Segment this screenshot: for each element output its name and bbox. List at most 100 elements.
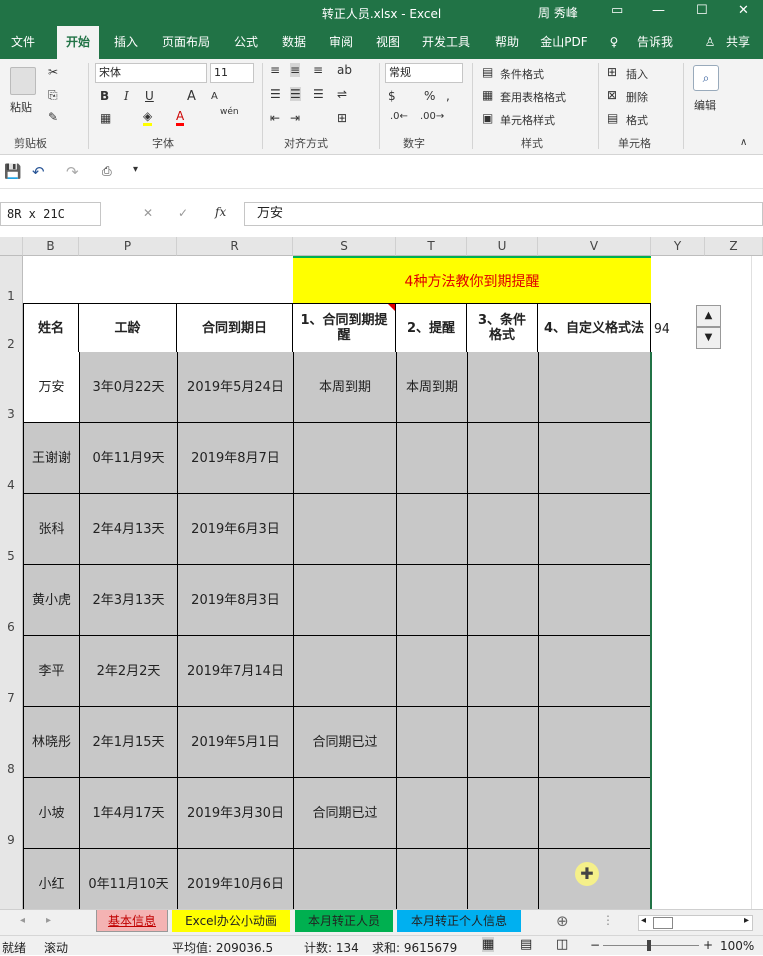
paste-icon[interactable] bbox=[10, 67, 36, 95]
border-icon[interactable]: ▦ bbox=[100, 111, 111, 125]
header-method-1[interactable]: 1、合同到期提醒 bbox=[293, 304, 396, 353]
page-break-view-icon[interactable]: ◫ bbox=[556, 937, 568, 952]
row-header[interactable]: 5 bbox=[0, 494, 23, 565]
insert-function-icon[interactable]: fx bbox=[215, 205, 226, 219]
table-cell[interactable]: 0年11月9天 bbox=[80, 423, 178, 494]
format-cells-icon[interactable]: ▤ bbox=[607, 111, 618, 125]
increase-indent-icon[interactable]: ⇥ bbox=[290, 111, 300, 125]
table-cell[interactable]: 万安 bbox=[24, 352, 80, 423]
tab-home[interactable]: 开始 bbox=[57, 26, 99, 59]
table-cell[interactable]: 2019年8月7日 bbox=[178, 423, 294, 494]
add-sheet-icon[interactable]: ⊕ bbox=[556, 912, 569, 930]
table-cell[interactable] bbox=[539, 565, 650, 636]
table-cell[interactable]: 2019年5月24日 bbox=[178, 352, 294, 423]
table-cell[interactable] bbox=[539, 778, 650, 849]
enter-icon[interactable]: ✓ bbox=[178, 206, 188, 220]
table-cell[interactable] bbox=[468, 707, 539, 778]
column-header[interactable]: B bbox=[23, 237, 79, 256]
font-size-select[interactable]: 11 bbox=[210, 63, 254, 83]
tab-file[interactable]: 文件 bbox=[2, 26, 44, 59]
name-box[interactable]: 8R x 21C bbox=[0, 202, 101, 226]
zoom-slider-thumb[interactable] bbox=[647, 940, 651, 951]
row-header[interactable]: 9 bbox=[0, 778, 23, 849]
table-cell[interactable]: 2019年8月3日 bbox=[178, 565, 294, 636]
table-cell[interactable] bbox=[397, 636, 468, 707]
table-cell[interactable] bbox=[294, 423, 397, 494]
column-header[interactable]: Y bbox=[651, 237, 705, 256]
zoom-slider[interactable] bbox=[603, 945, 699, 946]
shrink-font-button[interactable]: A bbox=[211, 91, 218, 102]
share-button[interactable]: 共享 bbox=[718, 26, 758, 59]
merge-center-icon[interactable]: ⊞ bbox=[337, 111, 347, 125]
tab-developer[interactable]: 开发工具 bbox=[416, 26, 476, 59]
header-name[interactable]: 姓名 bbox=[23, 304, 79, 353]
column-header[interactable]: Z bbox=[705, 237, 763, 256]
minimize-icon[interactable]: — bbox=[652, 3, 665, 18]
table-cell[interactable]: 合同期已过 bbox=[294, 778, 397, 849]
orientation-icon[interactable]: ab bbox=[337, 63, 352, 77]
number-format-select[interactable]: 常规 bbox=[385, 63, 463, 83]
grow-font-button[interactable]: A bbox=[187, 89, 196, 104]
table-cell[interactable]: 2019年10月6日 bbox=[178, 849, 294, 909]
maximize-icon[interactable]: ☐ bbox=[696, 3, 708, 18]
sheet-tab-excel-animation[interactable]: Excel办公小动画 bbox=[172, 910, 290, 932]
scrollbar-thumb[interactable] bbox=[653, 917, 673, 929]
normal-view-icon[interactable]: ▦ bbox=[482, 937, 495, 952]
table-cell[interactable] bbox=[294, 636, 397, 707]
row-header[interactable]: 7 bbox=[0, 636, 23, 707]
banner-cell[interactable]: 4种方法教你到期提醒 bbox=[293, 256, 651, 303]
cancel-icon[interactable]: ✕ bbox=[143, 206, 153, 220]
table-cell[interactable]: 2年1月15天 bbox=[80, 707, 178, 778]
table-cell[interactable] bbox=[468, 565, 539, 636]
table-cell[interactable] bbox=[539, 423, 650, 494]
table-cell[interactable] bbox=[539, 352, 650, 423]
italic-button[interactable]: I bbox=[124, 89, 129, 103]
cell-style-icon[interactable]: ▣ bbox=[482, 111, 493, 125]
table-cell[interactable]: 2年3月13天 bbox=[80, 565, 178, 636]
editing-button[interactable]: 编辑 bbox=[694, 97, 716, 113]
copy-icon[interactable]: ⎘ bbox=[48, 88, 58, 103]
row-header[interactable]: 1 bbox=[0, 256, 23, 304]
table-cell[interactable] bbox=[539, 707, 650, 778]
save-icon[interactable]: 💾 bbox=[4, 164, 21, 180]
align-right-icon[interactable]: ☰ bbox=[313, 87, 324, 101]
table-cell[interactable] bbox=[539, 494, 650, 565]
insert-cells-icon[interactable]: ⊞ bbox=[607, 65, 617, 79]
phonetic-button[interactable]: wén bbox=[220, 107, 239, 117]
table-cell[interactable] bbox=[468, 423, 539, 494]
spin-up-button[interactable]: ▲ bbox=[696, 305, 721, 327]
comma-button[interactable]: , bbox=[446, 89, 450, 103]
column-header[interactable]: R bbox=[177, 237, 293, 256]
table-cell[interactable]: 张科 bbox=[24, 494, 80, 565]
align-center-icon[interactable]: ☰ bbox=[290, 87, 301, 101]
font-name-select[interactable]: 宋体 bbox=[95, 63, 207, 83]
column-header[interactable]: U bbox=[467, 237, 538, 256]
conditional-format-button[interactable]: 条件格式 bbox=[500, 66, 544, 82]
wrap-text-icon[interactable]: ⇌ bbox=[337, 87, 347, 101]
table-cell[interactable] bbox=[294, 494, 397, 565]
insert-cells-button[interactable]: 插入 bbox=[626, 66, 648, 82]
table-cell[interactable]: 1年4月17天 bbox=[80, 778, 178, 849]
table-cell[interactable]: 林晓彤 bbox=[24, 707, 80, 778]
column-header[interactable]: V bbox=[538, 237, 651, 256]
formula-input[interactable]: 万安 bbox=[244, 202, 763, 226]
table-cell[interactable] bbox=[468, 352, 539, 423]
table-cell[interactable] bbox=[294, 849, 397, 909]
format-painter-icon[interactable]: ✎ bbox=[48, 110, 58, 124]
column-header[interactable]: P bbox=[79, 237, 177, 256]
side-value[interactable]: 94 bbox=[654, 322, 670, 337]
header-contract-end[interactable]: 合同到期日 bbox=[177, 304, 293, 353]
header-seniority[interactable]: 工龄 bbox=[79, 304, 177, 353]
header-method-3[interactable]: 3、条件格式 bbox=[467, 304, 538, 353]
search-icon[interactable]: ⌕ bbox=[693, 65, 719, 91]
align-middle-icon[interactable]: ≡ bbox=[290, 63, 301, 77]
table-cell[interactable]: 2019年7月14日 bbox=[178, 636, 294, 707]
table-cell[interactable]: 2年2月2天 bbox=[80, 636, 178, 707]
customize-qat-icon[interactable]: ▾ bbox=[133, 164, 138, 175]
table-cell[interactable] bbox=[468, 849, 539, 909]
header-method-4[interactable]: 4、自定义格式法 bbox=[538, 304, 651, 353]
table-cell[interactable]: 2019年3月30日 bbox=[178, 778, 294, 849]
align-bottom-icon[interactable]: ≡ bbox=[313, 63, 323, 77]
table-cell[interactable] bbox=[397, 494, 468, 565]
zoom-level[interactable]: 100% bbox=[720, 939, 754, 953]
